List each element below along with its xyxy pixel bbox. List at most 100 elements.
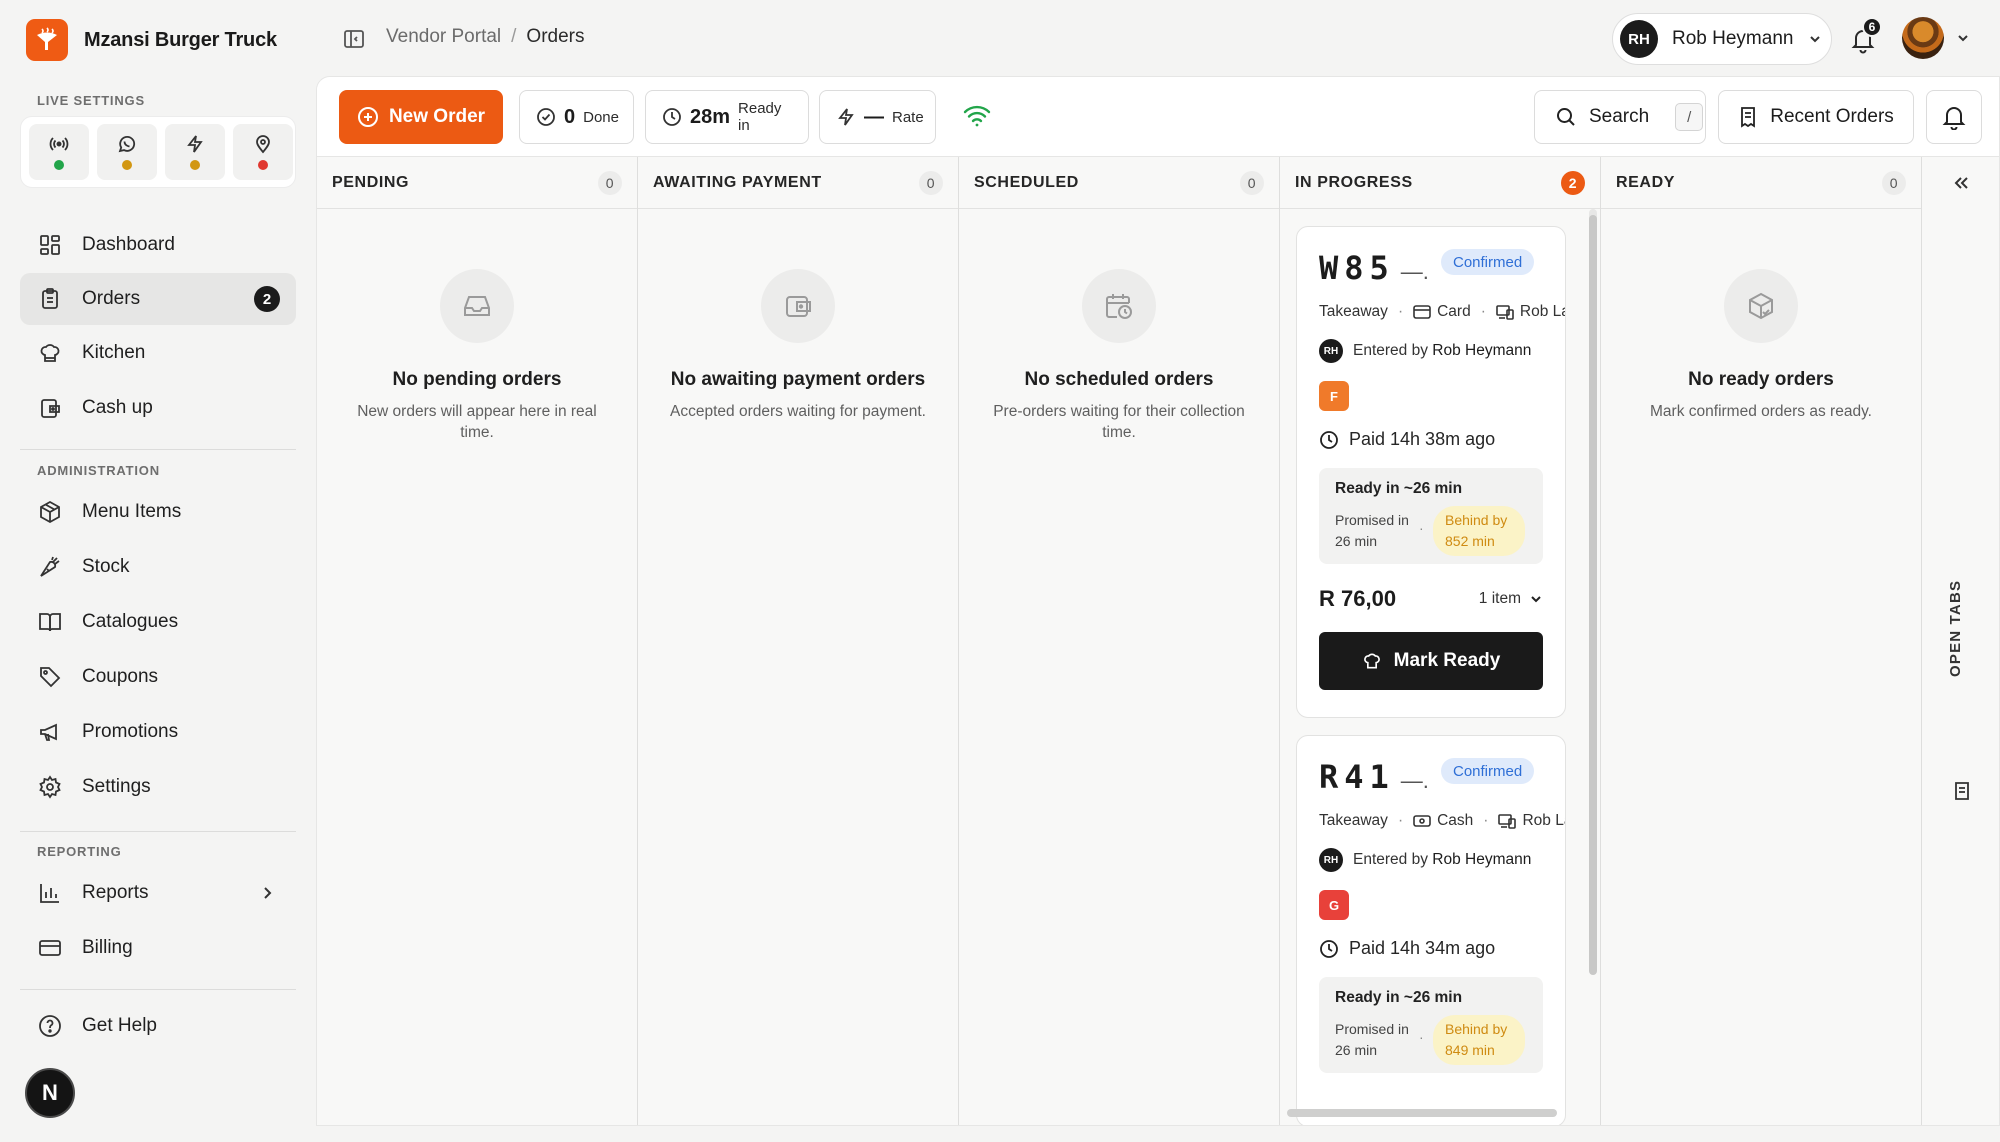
user-menu-button[interactable]: RH Rob Heymann — [1612, 13, 1832, 65]
chef-hat-icon — [1362, 651, 1382, 671]
lightning-icon — [836, 107, 856, 127]
payment-method: Card — [1437, 303, 1471, 320]
status-dot — [122, 160, 132, 170]
rate-stat-button[interactable]: — Rate — [819, 90, 936, 144]
sidebar-item-billing[interactable]: Billing — [20, 922, 296, 974]
brand[interactable]: Mzansi Burger Truck — [26, 19, 277, 61]
sidebar-item-reports[interactable]: Reports — [20, 867, 296, 919]
sidebar-item-dashboard[interactable]: Dashboard — [20, 219, 296, 271]
live-setting-broadcast[interactable] — [29, 124, 89, 180]
recent-orders-button[interactable]: Recent Orders — [1718, 90, 1914, 144]
live-setting-location[interactable] — [233, 124, 293, 180]
done-label: Done — [583, 108, 619, 126]
empty-description: Mark confirmed orders as ready. — [1650, 403, 1872, 420]
sidebar-item-menu-items[interactable]: Menu Items — [20, 486, 296, 538]
column-header: READY 0 — [1601, 157, 1921, 209]
entered-by-row: RH Entered by Rob Heymann — [1319, 339, 1543, 363]
new-order-button[interactable]: New Order — [339, 90, 503, 144]
live-setting-lightning[interactable] — [165, 124, 225, 180]
alerts-bell-button[interactable] — [1926, 90, 1982, 144]
sidebar-item-kitchen[interactable]: Kitchen — [20, 327, 296, 379]
empty-title: No pending orders — [392, 369, 562, 390]
search-button[interactable]: Search / — [1534, 90, 1706, 144]
empty-title: No ready orders — [1688, 369, 1834, 390]
framework-logo[interactable]: N — [25, 1068, 75, 1118]
ready-in-stat-button[interactable]: 28m Ready in — [645, 90, 809, 144]
status-dot — [54, 160, 64, 170]
done-stat-button[interactable]: 0 Done — [519, 90, 634, 144]
sidebar: LIVE SETTINGS Dashboard Orders 2 Kitchen — [0, 76, 316, 1142]
sidebar-item-stock[interactable]: Stock — [20, 541, 296, 593]
chevron-down-icon[interactable] — [1955, 30, 1971, 46]
behind-badge: Behind by 849 min — [1433, 1015, 1525, 1065]
sidebar-item-label: Promotions — [82, 721, 179, 742]
order-card[interactable]: R41—. Confirmed Takeaway · Cash · Rob La… — [1296, 735, 1566, 1125]
vertical-scrollbar[interactable] — [1589, 209, 1597, 975]
credit-card-icon — [1413, 304, 1431, 320]
breadcrumb-root[interactable]: Vendor Portal — [386, 26, 501, 48]
receipt-icon — [1738, 106, 1758, 128]
bar-chart-icon — [37, 880, 63, 906]
horizontal-scrollbar[interactable] — [1287, 1109, 1557, 1117]
sidebar-item-get-help[interactable]: Get Help — [20, 1000, 296, 1052]
tag-icon — [37, 664, 63, 690]
sidebar-item-promotions[interactable]: Promotions — [20, 706, 296, 758]
column-header: IN PROGRESS 2 — [1280, 157, 1600, 209]
column-count: 0 — [919, 170, 943, 195]
sidebar-item-orders[interactable]: Orders 2 — [20, 273, 296, 325]
sidebar-toggle-icon[interactable] — [342, 27, 366, 51]
mark-ready-button[interactable]: Mark Ready — [1319, 632, 1543, 690]
column-ready: READY 0 No ready orders Mark confirmed o… — [1601, 157, 1922, 1125]
breadcrumb: Vendor Portal / Orders — [386, 26, 585, 48]
items-toggle[interactable]: 1 item — [1479, 590, 1543, 608]
order-card[interactable]: W85—. Confirmed Takeaway · Card · Rob La… — [1296, 226, 1566, 718]
sidebar-item-label: Reports — [82, 882, 149, 903]
box-icon — [37, 499, 63, 525]
empty-title: No scheduled orders — [1024, 369, 1214, 390]
breadcrumb-current: Orders — [526, 26, 585, 47]
sidebar-item-label: Catalogues — [82, 611, 179, 632]
sidebar-item-catalogues[interactable]: Catalogues — [20, 596, 296, 648]
chevrons-left-icon[interactable] — [1951, 173, 1971, 193]
calendar-clock-icon — [1082, 269, 1156, 343]
sidebar-item-settings[interactable]: Settings — [20, 761, 296, 813]
help-circle-icon — [37, 1013, 63, 1039]
receipt-icon[interactable] — [1953, 781, 1971, 801]
entered-by-name: Rob Heymann — [1432, 851, 1532, 868]
order-type: Takeaway — [1319, 812, 1388, 829]
empty-state: No pending orders New orders will appear… — [317, 209, 637, 443]
chef-hat-icon — [37, 340, 63, 366]
ready-in-label: Ready in — [738, 100, 782, 134]
sidebar-item-cash-up[interactable]: Cash up — [20, 382, 296, 434]
empty-state: No awaiting payment orders Accepted orde… — [638, 209, 958, 422]
profile-photo[interactable] — [1902, 17, 1944, 59]
notifications-count-badge: 6 — [1862, 17, 1882, 37]
order-code: W85 — [1319, 249, 1395, 287]
status-dot — [190, 160, 200, 170]
sidebar-item-label: Billing — [82, 937, 133, 958]
live-setting-whatsapp[interactable] — [97, 124, 157, 180]
bell-icon — [1941, 104, 1967, 130]
sidebar-item-label: Orders — [82, 288, 141, 309]
user-name: Rob Heymann — [1672, 28, 1794, 49]
empty-description: New orders will appear here in real time… — [357, 403, 597, 441]
sidebar-item-coupons[interactable]: Coupons — [20, 651, 296, 703]
divider — [20, 831, 296, 832]
reporting-label: REPORTING — [37, 844, 122, 859]
location-pin-icon — [253, 134, 273, 154]
status-dot — [258, 160, 268, 170]
column-title: IN PROGRESS — [1295, 173, 1413, 191]
scrollbar-thumb[interactable] — [1589, 215, 1597, 975]
order-total: R 76,00 — [1319, 586, 1397, 611]
open-tabs-label[interactable]: OPEN TABS — [1947, 580, 1964, 677]
sidebar-item-label: Stock — [82, 556, 130, 577]
sidebar-item-label: Get Help — [82, 1015, 157, 1036]
whatsapp-icon — [117, 134, 137, 154]
check-circle-icon — [536, 107, 556, 127]
paid-time: Paid 14h 38m ago — [1349, 429, 1496, 449]
empty-description: Accepted orders waiting for payment. — [670, 403, 926, 420]
inbox-icon — [440, 269, 514, 343]
toolbar: New Order 0 Done 28m Ready in — Rate Sea… — [317, 77, 1999, 157]
plus-circle-icon — [357, 106, 379, 128]
search-label: Search — [1589, 106, 1650, 127]
